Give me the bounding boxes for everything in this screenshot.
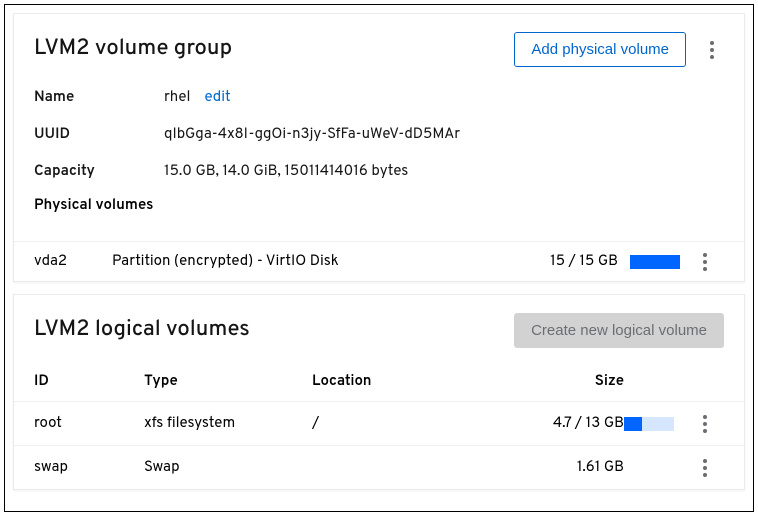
logical-volumes-card: LVM2 logical volumes Create new logical … <box>13 294 745 490</box>
pv-kebab-menu[interactable] <box>693 253 717 271</box>
name-label: Name <box>34 88 164 107</box>
pv-size: 15 / 15 GB <box>508 252 618 271</box>
physical-volumes-label: Physical volumes <box>34 190 724 227</box>
header-size: Size <box>504 372 624 391</box>
lv-type: Swap <box>144 458 312 477</box>
lv-table-header: ID Type Location Size <box>14 356 744 401</box>
vg-kebab-menu[interactable] <box>700 41 724 59</box>
logical-volume-row[interactable]: rootxfs filesystem/4.7 / 13 GB <box>14 401 744 445</box>
vg-title: LVM2 volume group <box>34 36 514 63</box>
lv-id: swap <box>34 458 144 477</box>
volume-group-card: LVM2 volume group Add physical volume Na… <box>13 13 745 282</box>
lv-location: / <box>312 414 504 433</box>
lv-usage-bar <box>624 417 674 431</box>
pv-description: Partition (encrypted) - VirtIO Disk <box>112 252 508 271</box>
lv-type: xfs filesystem <box>144 414 312 433</box>
pv-name: vda2 <box>34 252 112 271</box>
header-location: Location <box>312 372 504 391</box>
uuid-label: UUID <box>34 125 164 144</box>
pv-usage-bar <box>630 255 680 269</box>
create-logical-volume-button[interactable]: Create new logical volume <box>514 313 724 348</box>
capacity-value: 15.0 GB, 14.0 GiB, 15011414016 bytes <box>164 162 408 181</box>
add-physical-volume-button[interactable]: Add physical volume <box>514 32 686 67</box>
lv-id: root <box>34 414 144 433</box>
lv-title: LVM2 logical volumes <box>34 317 514 344</box>
capacity-label: Capacity <box>34 162 164 181</box>
header-type: Type <box>144 372 312 391</box>
physical-volume-row[interactable]: vda2 Partition (encrypted) - VirtIO Disk… <box>14 241 744 281</box>
lv-size: 4.7 / 13 GB <box>504 414 624 433</box>
lv-size: 1.61 GB <box>504 458 624 477</box>
lv-kebab-menu[interactable] <box>693 415 717 433</box>
lv-kebab-menu[interactable] <box>693 459 717 477</box>
name-value: rhel <box>164 88 190 107</box>
logical-volume-row[interactable]: swapSwap 1.61 GB <box>14 445 744 489</box>
uuid-value: qIbGga-4x8I-ggOi-n3jy-SfFa-uWeV-dD5MAr <box>164 125 460 144</box>
edit-name-link[interactable]: edit <box>204 88 230 107</box>
header-id: ID <box>34 372 144 391</box>
